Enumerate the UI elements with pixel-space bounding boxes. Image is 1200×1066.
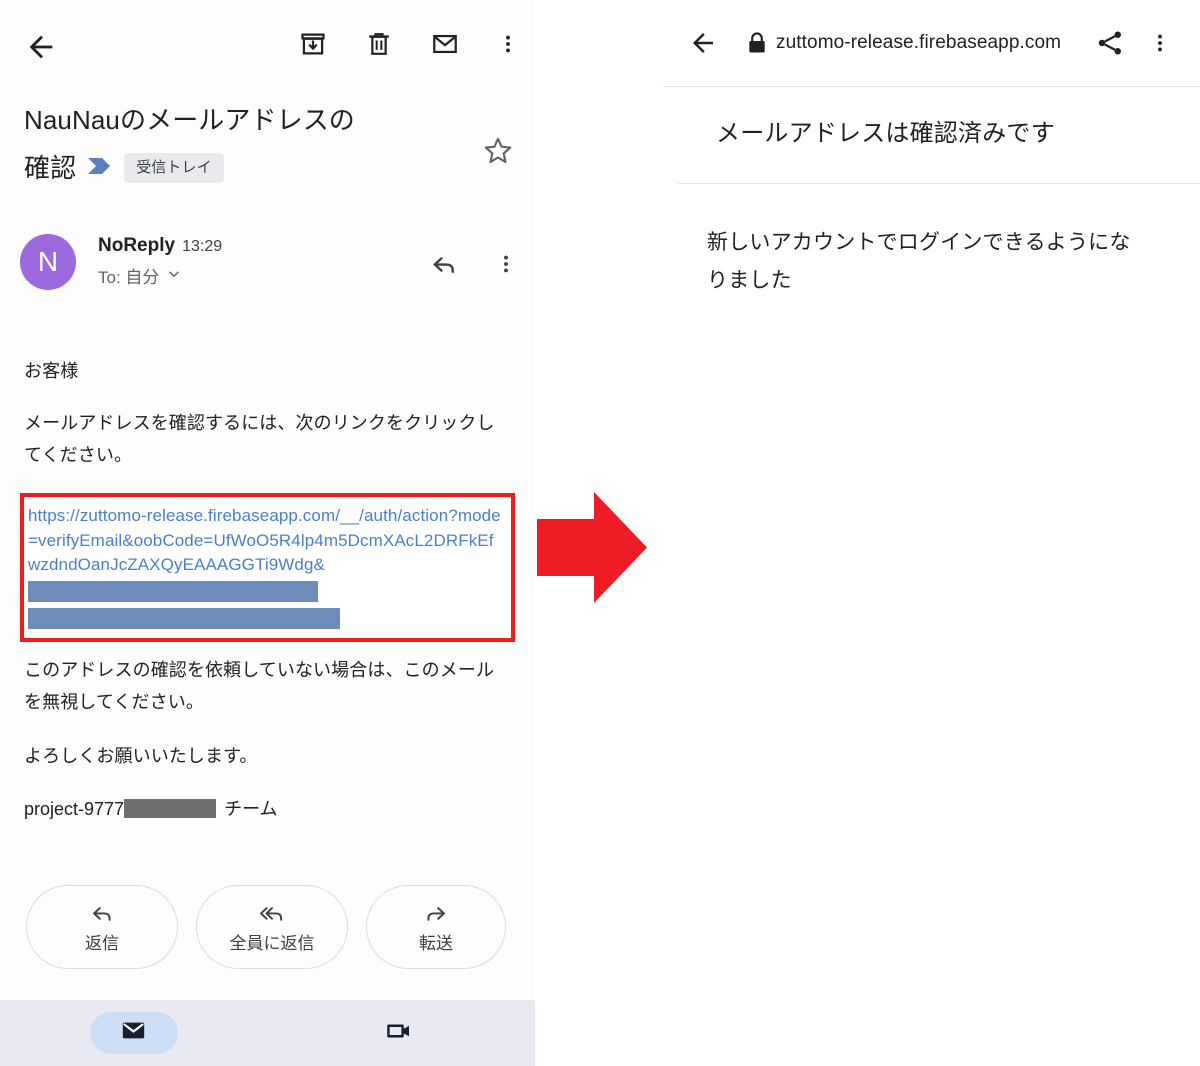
recipient-label: To: 自分 xyxy=(98,268,160,287)
reply-icon[interactable] xyxy=(429,249,459,284)
reply-button-label: 返信 xyxy=(85,933,119,953)
link-line-4: ndOanJcZAXQyEAAAGGTi9Wdg& xyxy=(58,555,325,574)
bottom-navigation-bar xyxy=(0,1000,535,1066)
body-signature: project-9777 チーム xyxy=(24,794,511,824)
forward-button[interactable]: 転送 xyxy=(366,885,506,969)
video-camera-icon xyxy=(385,1017,417,1050)
screenshot-stage: NauNauのメールアドレスの 確認 受信トレイ N NoReply 13:29… xyxy=(0,0,1200,1066)
gmail-panel: NauNauのメールアドレスの 確認 受信トレイ N NoReply 13:29… xyxy=(0,0,535,1066)
verification-link-highlight-box: https://zuttomo-release.firebaseapp.com/… xyxy=(20,493,515,642)
sender-name-row: NoReply 13:29 xyxy=(98,233,222,260)
share-icon[interactable] xyxy=(1095,27,1125,59)
lock-icon xyxy=(744,29,770,57)
email-subject-line1: NauNauのメールアドレスの xyxy=(24,105,355,135)
star-icon[interactable] xyxy=(481,134,515,168)
sender-actions xyxy=(429,249,517,284)
more-options-icon[interactable] xyxy=(1149,27,1171,59)
reply-all-button-label: 全員に返信 xyxy=(229,933,315,953)
chevron-down-icon xyxy=(165,265,183,291)
delete-icon[interactable] xyxy=(365,30,393,58)
nav-item-meet[interactable] xyxy=(268,1017,536,1050)
email-body: お客様 メールアドレスを確認するには、次のリンクをクリックしてください。 htt… xyxy=(0,355,535,824)
reply-all-button[interactable]: 全員に返信 xyxy=(196,885,348,969)
page-title: メールアドレスは確認済みです xyxy=(716,120,1055,147)
body-closing: よろしくお願いいたします。 xyxy=(24,745,258,766)
email-subject-line2-row: 確認 受信トレイ xyxy=(24,144,464,192)
label-chevron-icon xyxy=(86,144,116,192)
reply-icon xyxy=(89,900,115,931)
email-time: 13:29 xyxy=(182,238,223,255)
link-line-1: https://zuttomo-release.firebaseapp.com/… xyxy=(28,506,403,525)
mark-unread-icon[interactable] xyxy=(431,30,459,58)
body-greeting: お客様 xyxy=(24,361,79,381)
nav-item-mail[interactable] xyxy=(0,1012,268,1054)
inbox-label-chip[interactable]: 受信トレイ xyxy=(124,153,224,183)
verification-link[interactable]: https://zuttomo-release.firebaseapp.com/… xyxy=(28,504,501,578)
signature-prefix: project-9777 xyxy=(24,798,125,819)
message-more-icon[interactable] xyxy=(495,249,517,284)
recipient-row[interactable]: To: 自分 xyxy=(98,265,222,291)
mail-icon xyxy=(120,1017,147,1049)
body-disclaimer: このアドレスの確認を依頼していない場合は、このメールを無視してください。 xyxy=(24,659,495,712)
signature-suffix: チーム xyxy=(224,798,278,819)
browser-toolbar: zuttomo-release.firebaseapp.com xyxy=(651,0,1200,86)
avatar[interactable]: N xyxy=(20,234,76,290)
gmail-toolbar-actions xyxy=(299,30,519,58)
back-arrow-icon[interactable] xyxy=(24,30,58,64)
more-options-icon[interactable] xyxy=(497,30,519,58)
archive-icon[interactable] xyxy=(299,30,327,58)
sender-name: NoReply xyxy=(98,235,176,256)
nav-active-indicator xyxy=(89,1012,178,1054)
gmail-toolbar xyxy=(0,0,535,92)
browser-panel: zuttomo-release.firebaseapp.com メールアドレスは… xyxy=(651,0,1200,1066)
url-text[interactable]: zuttomo-release.firebaseapp.com xyxy=(776,29,1061,57)
signature-redaction-bar xyxy=(124,799,217,818)
link-redaction-bar-1 xyxy=(28,580,318,602)
reply-all-icon xyxy=(258,900,286,931)
back-arrow-icon[interactable] xyxy=(688,28,718,58)
avatar-letter: N xyxy=(37,246,59,277)
sender-row: N NoReply 13:29 To: 自分 xyxy=(0,233,535,321)
email-subject-line2: 確認 xyxy=(24,153,77,183)
page-body-text: 新しいアカウントでログインできるようになりました xyxy=(707,231,1131,292)
red-arrow-icon xyxy=(533,492,651,604)
reply-actions-row: 返信 全員に返信 転送 xyxy=(0,885,535,969)
forward-icon xyxy=(423,900,449,931)
page-divider xyxy=(678,183,1200,184)
email-subject-block: NauNauのメールアドレスの 確認 受信トレイ xyxy=(0,96,535,192)
toolbar-divider xyxy=(663,86,1200,87)
sender-details: NoReply 13:29 To: 自分 xyxy=(98,233,222,291)
forward-button-label: 転送 xyxy=(419,933,453,953)
body-instruction: メールアドレスを確認するには、次のリンクをクリックしてください。 xyxy=(24,413,495,465)
link-redaction-bar-2 xyxy=(28,607,340,629)
reply-button[interactable]: 返信 xyxy=(26,885,178,969)
